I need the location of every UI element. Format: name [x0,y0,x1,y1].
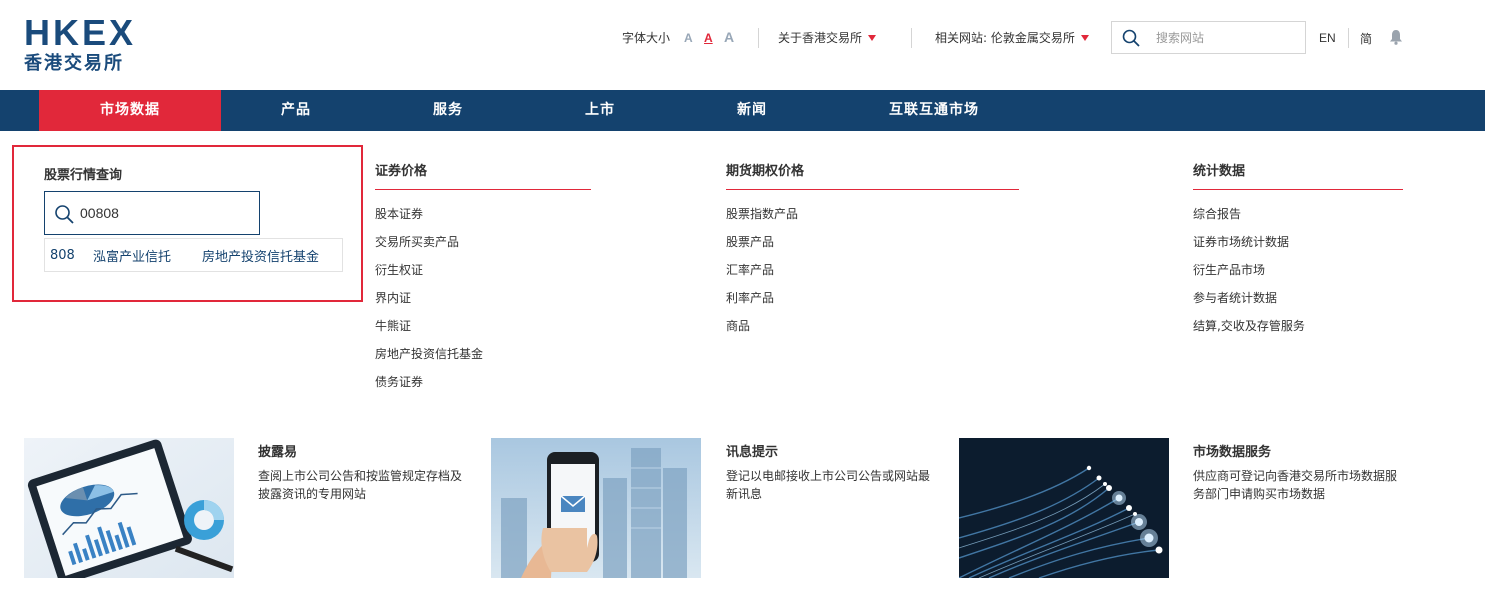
menu-statistics: 统计数据 综合报告 证券市场统计数据 衍生产品市场 参与者统计数据 结算,交收及… [1193,164,1403,340]
quote-search-input[interactable] [80,202,250,224]
main-nav: 市场数据 产品 服务 上市 新闻 互联互通市场 [0,90,1485,131]
nav-market-data[interactable]: 市场数据 [39,90,221,131]
menu-link[interactable]: 股本证券 [375,200,591,228]
menu-heading[interactable]: 期货期权价格 [726,164,1019,190]
menu-link[interactable]: 利率产品 [726,284,1019,312]
quote-search-box[interactable] [44,191,260,235]
tablet-charts-image[interactable] [24,438,234,578]
menu-link[interactable]: 参与者统计数据 [1193,284,1403,312]
card-description: 登记以电邮接收上市公司公告或网站最新讯息 [726,469,931,501]
lang-simplified-link[interactable]: 简 [1360,30,1372,47]
menu-heading[interactable]: 统计数据 [1193,164,1403,190]
search-icon [1122,29,1140,47]
phone-email-image[interactable] [491,438,701,578]
nav-listing[interactable]: 上市 [550,90,650,131]
menu-link[interactable]: 衍生权证 [375,256,591,284]
font-size-small-button[interactable]: A [684,30,693,46]
site-search-input[interactable] [1156,28,1296,48]
card-title[interactable]: 讯息提示 [726,441,778,460]
related-sites-label: 相关网站: 伦敦金属交易所 [935,31,1075,45]
menu-heading[interactable]: 证券价格 [375,164,591,190]
menu-link[interactable]: 证券市场统计数据 [1193,228,1403,256]
logo-chinese-name: 香港交易所 [24,53,124,74]
font-size-large-button[interactable]: A [724,29,734,45]
divider [1348,28,1349,48]
menu-link[interactable]: 债务证券 [375,368,591,396]
menu-link[interactable]: 房地产投资信托基金 [375,340,591,368]
bell-icon[interactable] [1389,29,1403,45]
menu-link[interactable]: 商品 [726,312,1019,340]
top-header: HKEX 香港交易所 字体大小 A A A 关于香港交易所 相关网站: 伦敦金属… [0,0,1485,90]
nav-news[interactable]: 新闻 [702,90,802,131]
card-description: 查阅上市公司公告和按监管规定存档及披露资讯的专用网站 [258,469,463,501]
menu-securities-prices: 证券价格 股本证券 交易所买卖产品 衍生权证 界内证 牛熊证 房地产投资信托基金… [375,164,591,396]
menu-derivatives-prices: 期货期权价格 股票指数产品 股票产品 汇率产品 利率产品 商品 [726,164,1019,340]
menu-link[interactable]: 衍生产品市场 [1193,256,1403,284]
menu-link[interactable]: 结算,交收及存管服务 [1193,312,1403,340]
lang-en-link[interactable]: EN [1319,31,1336,45]
divider [758,28,759,48]
font-size-label: 字体大小 [622,31,671,45]
suggestion-type: 房地产投资信托基金 [202,249,320,265]
site-search[interactable] [1111,21,1306,54]
hkex-logo[interactable]: HKEX 香港交易所 [24,14,154,76]
card-title[interactable]: 市场数据服务 [1193,441,1271,460]
quote-suggestion-item[interactable]: 808 泓富产业信托 房地产投资信托基金 [44,238,343,272]
menu-link[interactable]: 综合报告 [1193,200,1403,228]
about-hkex-dropdown[interactable]: 关于香港交易所 [778,30,877,46]
menu-link[interactable]: 汇率产品 [726,256,1019,284]
menu-link[interactable]: 牛熊证 [375,312,591,340]
menu-link[interactable]: 股票指数产品 [726,200,1019,228]
caret-down-icon [1080,35,1089,41]
related-sites-dropdown[interactable]: 相关网站: 伦敦金属交易所 [935,30,1089,46]
card-title[interactable]: 披露易 [258,441,297,460]
logo-wordmark: HKEX [24,12,137,53]
nav-products[interactable]: 产品 [246,90,346,131]
divider [911,28,912,48]
suggestion-name: 泓富产业信托 [93,249,172,265]
nav-connect-market[interactable]: 互联互通市场 [874,90,994,131]
fiber-optics-image[interactable] [959,438,1169,578]
about-hkex-label: 关于香港交易所 [778,31,863,45]
suggestion-code: 808 [50,247,75,263]
font-size-medium-button[interactable]: A [704,30,713,46]
menu-link[interactable]: 界内证 [375,284,591,312]
caret-down-icon [868,35,877,41]
nav-services[interactable]: 服务 [398,90,498,131]
quote-lookup-title: 股票行情查询 [44,168,123,183]
menu-link[interactable]: 交易所买卖产品 [375,228,591,256]
search-icon [55,205,74,224]
card-description: 供应商可登记向香港交易所市场数据服务部门申请购买市场数据 [1193,469,1398,501]
menu-link[interactable]: 股票产品 [726,228,1019,256]
